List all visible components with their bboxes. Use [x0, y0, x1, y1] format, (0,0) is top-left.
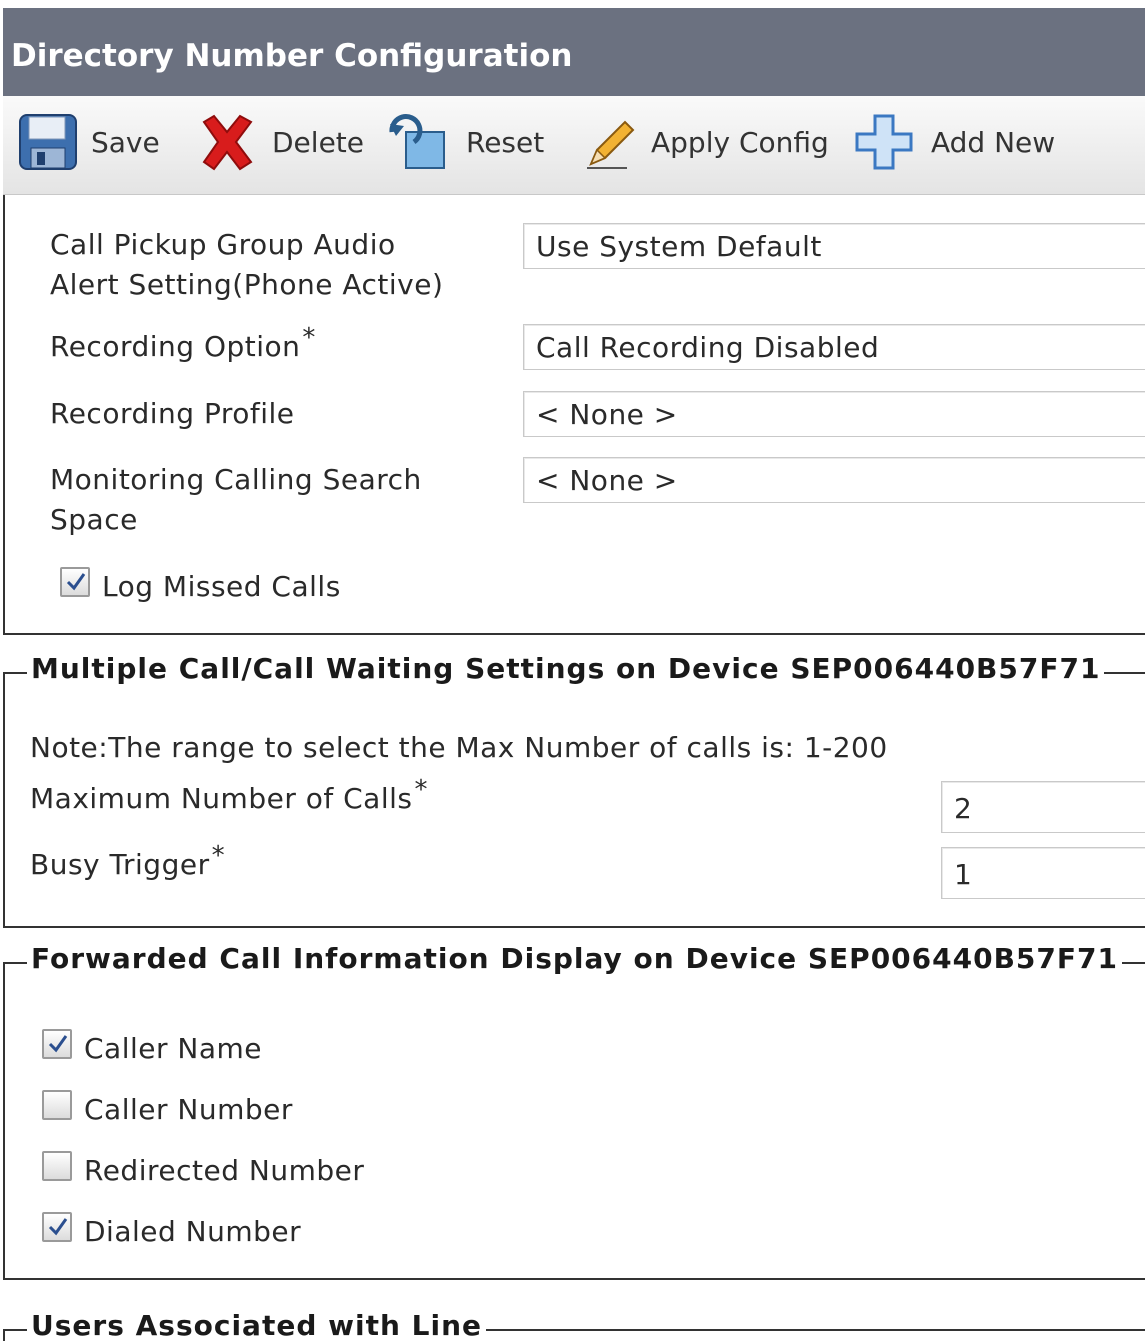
check-icon	[66, 573, 86, 591]
required-marker: *	[211, 840, 226, 871]
toolbar: Save Delete Reset Apply Config Add New	[3, 96, 1145, 195]
monitoring-css-label: Monitoring Calling Search	[50, 463, 422, 496]
log-missed-calls-checkbox[interactable]	[60, 567, 90, 597]
monitoring-css-label-cont: Space	[50, 503, 138, 536]
users-associated-section: Users Associated with Line	[3, 1309, 1145, 1341]
plus-icon	[855, 114, 913, 170]
content-area[interactable]: Call Pickup Group Audio Alert Setting(Ph…	[0, 195, 1145, 1341]
recording-profile-label: Recording Profile	[50, 397, 295, 430]
pencil-icon	[587, 120, 635, 169]
dialed-number-label: Dialed Number	[84, 1215, 302, 1248]
redirected-number-checkbox[interactable]	[42, 1151, 72, 1181]
check-icon	[48, 1218, 68, 1236]
redirected-number-label: Redirected Number	[84, 1154, 365, 1187]
add-new-button[interactable]: Add New	[853, 112, 1055, 172]
recording-option-select[interactable]: Call Recording Disabled	[523, 324, 1145, 370]
page-title: Directory Number Configuration	[11, 38, 573, 74]
caller-number-label: Caller Number	[84, 1093, 293, 1126]
call-pickup-label: Call Pickup Group Audio	[50, 228, 396, 261]
monitoring-css-select[interactable]: < None >	[523, 457, 1145, 503]
max-calls-label: Maximum Number of Calls*	[30, 774, 428, 815]
save-label: Save	[91, 125, 160, 159]
floppy-disk-icon	[19, 114, 77, 170]
reset-icon	[389, 114, 445, 169]
max-calls-input[interactable]: 2	[941, 781, 1145, 833]
check-icon	[48, 1035, 68, 1053]
call-pickup-audio-select[interactable]: Use System Default	[523, 223, 1145, 269]
required-marker: *	[414, 774, 428, 805]
users-associated-legend: Users Associated with Line	[27, 1309, 487, 1341]
delete-button[interactable]: Delete	[196, 112, 364, 172]
title-bar: Directory Number Configuration	[3, 8, 1145, 96]
busy-trigger-label: Busy Trigger*	[30, 840, 226, 881]
save-button[interactable]: Save	[17, 112, 160, 172]
log-missed-calls-label: Log Missed Calls	[102, 570, 341, 603]
apply-config-button[interactable]: Apply Config	[581, 112, 829, 172]
add-new-label: Add New	[931, 125, 1056, 159]
delete-icon	[202, 114, 253, 171]
dialed-number-checkbox[interactable]	[42, 1212, 72, 1242]
caller-number-checkbox[interactable]	[42, 1090, 72, 1120]
busy-trigger-input[interactable]: 1	[941, 847, 1145, 899]
apply-config-label: Apply Config	[651, 125, 829, 159]
caller-name-checkbox[interactable]	[42, 1029, 72, 1059]
multiple-call-legend: Multiple Call/Call Waiting Settings on D…	[27, 652, 1105, 685]
recording-option-label: Recording Option*	[50, 322, 316, 363]
reset-button[interactable]: Reset	[388, 112, 544, 172]
required-marker: *	[302, 322, 316, 353]
recording-profile-select[interactable]: < None >	[523, 391, 1145, 437]
reset-label: Reset	[466, 125, 545, 159]
caller-name-label: Caller Name	[84, 1032, 263, 1065]
forwarded-display-legend: Forwarded Call Information Display on De…	[27, 942, 1122, 975]
call-pickup-label-cont: Alert Setting(Phone Active)	[50, 268, 444, 301]
max-calls-note: Note:The range to select the Max Number …	[30, 731, 888, 764]
delete-label: Delete	[272, 125, 364, 159]
